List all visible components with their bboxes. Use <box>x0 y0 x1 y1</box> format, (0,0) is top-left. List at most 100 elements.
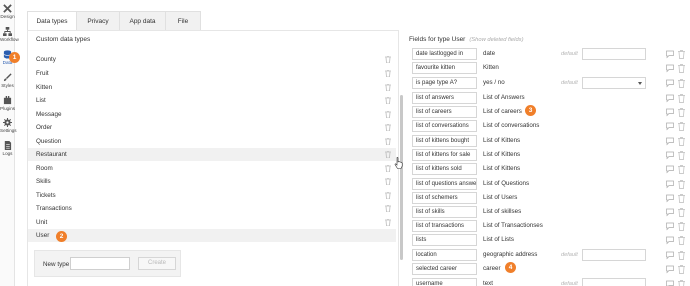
field-name-input[interactable]: list of kittens bought <box>412 135 477 147</box>
trash-icon[interactable] <box>678 137 685 146</box>
trash-icon[interactable] <box>385 97 391 104</box>
field-name-input[interactable]: list of answers <box>412 92 477 104</box>
comment-icon[interactable] <box>666 222 674 231</box>
default-value-input[interactable] <box>582 278 646 286</box>
type-row-tickets[interactable]: Tickets <box>28 189 396 202</box>
comment-icon[interactable] <box>666 236 674 245</box>
field-row[interactable]: list of kittens bought List of Kittens <box>409 135 687 149</box>
rail-item-plugins[interactable]: Plugins <box>0 96 15 111</box>
type-row-county[interactable]: County <box>28 53 396 66</box>
type-row-kitten[interactable]: Kitten <box>28 81 396 94</box>
trash-icon[interactable] <box>678 64 685 73</box>
rail-item-design[interactable]: Design <box>0 4 15 19</box>
comment-icon[interactable] <box>666 165 674 174</box>
type-row-message[interactable]: Message <box>28 108 396 121</box>
comment-icon[interactable] <box>666 64 674 73</box>
comment-icon[interactable] <box>666 280 674 286</box>
type-row-restaurant[interactable]: Restaurant <box>28 148 396 161</box>
trash-icon[interactable] <box>678 236 685 245</box>
tab-privacy[interactable]: Privacy <box>76 11 120 31</box>
trash-icon[interactable] <box>385 56 391 63</box>
trash-icon[interactable] <box>678 50 685 59</box>
trash-icon[interactable] <box>678 194 685 203</box>
field-name-input[interactable]: list of kittens sold <box>412 163 477 175</box>
comment-icon[interactable] <box>666 79 674 88</box>
field-name-input[interactable]: list of conversations <box>412 120 477 132</box>
field-name-input[interactable]: list of transactions <box>412 220 477 232</box>
field-row[interactable]: is page type A? yes / no default <box>409 77 687 91</box>
rail-item-logs[interactable]: Logs <box>0 141 15 156</box>
field-row[interactable]: list of careers List of careers <box>409 106 687 120</box>
field-row[interactable]: list of questions answered List of Questi… <box>409 178 687 192</box>
tab-data-types[interactable]: Data types <box>27 11 77 31</box>
trash-icon[interactable] <box>678 280 685 286</box>
trash-icon[interactable] <box>678 122 685 131</box>
trash-icon[interactable] <box>385 178 391 185</box>
default-value-input[interactable] <box>582 249 646 261</box>
tab-app-data[interactable]: App data <box>119 11 166 31</box>
comment-icon[interactable] <box>666 137 674 146</box>
rail-item-workflow[interactable]: Workflow <box>0 27 19 42</box>
comment-icon[interactable] <box>666 251 674 260</box>
field-row[interactable]: list of schemers List of Users <box>409 192 687 206</box>
field-name-input[interactable]: is page type A? <box>412 77 477 89</box>
trash-icon[interactable] <box>385 124 391 131</box>
field-name-input[interactable]: list of kittens for sale <box>412 149 477 161</box>
tab-file-manager[interactable]: File manager <box>165 11 201 45</box>
rail-item-styles[interactable]: Styles <box>0 73 15 88</box>
trash-icon[interactable] <box>385 84 391 91</box>
new-type-input[interactable] <box>70 257 130 270</box>
comment-icon[interactable] <box>666 151 674 160</box>
create-button[interactable]: Create <box>138 257 176 270</box>
field-row[interactable]: favourite kitten Kitten <box>409 62 687 76</box>
trash-icon[interactable] <box>385 111 391 118</box>
trash-icon[interactable] <box>385 151 391 158</box>
comment-icon[interactable] <box>666 108 674 117</box>
comment-icon[interactable] <box>666 180 674 189</box>
field-name-input[interactable]: list of careers <box>412 106 477 118</box>
trash-icon[interactable] <box>385 138 391 145</box>
trash-icon[interactable] <box>385 219 391 226</box>
field-name-input[interactable]: username <box>412 278 477 286</box>
trash-icon[interactable] <box>678 108 685 117</box>
scrollbar[interactable] <box>400 95 403 260</box>
trash-icon[interactable] <box>678 151 685 160</box>
field-row[interactable]: location geographic address default <box>409 249 687 263</box>
trash-icon[interactable] <box>678 79 685 88</box>
trash-icon[interactable] <box>678 251 685 260</box>
field-name-input[interactable]: list of skills <box>412 206 477 218</box>
trash-icon[interactable] <box>678 180 685 189</box>
comment-icon[interactable] <box>666 50 674 59</box>
field-name-input[interactable]: list of questions answered <box>412 178 477 190</box>
field-row[interactable]: date lastlogged in date default <box>409 48 687 62</box>
field-row[interactable]: list of kittens sold List of Kittens <box>409 163 687 177</box>
field-row[interactable]: selected career career <box>409 263 687 277</box>
trash-icon[interactable] <box>385 70 391 77</box>
trash-icon[interactable] <box>385 205 391 212</box>
type-row-fruit[interactable]: Fruit <box>28 67 396 80</box>
rail-item-settings[interactable]: Settings <box>0 118 17 133</box>
trash-icon[interactable] <box>385 192 391 199</box>
default-value-input[interactable] <box>582 48 646 60</box>
trash-icon[interactable] <box>678 265 685 274</box>
field-name-input[interactable]: date lastlogged in <box>412 48 477 60</box>
field-row[interactable]: list of transactions List of Transactions… <box>409 220 687 234</box>
comment-icon[interactable] <box>666 194 674 203</box>
field-row[interactable]: list of answers List of Answers <box>409 92 687 106</box>
field-row[interactable]: list of kittens for sale List of Kittens <box>409 149 687 163</box>
type-row-question[interactable]: Question <box>28 135 396 148</box>
field-name-input[interactable]: favourite kitten <box>412 62 477 74</box>
type-row-list[interactable]: List <box>28 94 396 107</box>
default-value-select[interactable] <box>582 77 646 89</box>
type-row-room[interactable]: Room <box>28 162 396 175</box>
trash-icon[interactable] <box>678 94 685 103</box>
show-deleted-fields-link[interactable]: (Show deleted fields) <box>469 37 523 43</box>
comment-icon[interactable] <box>666 94 674 103</box>
field-row[interactable]: list of skills List of skillses <box>409 206 687 220</box>
type-row-unit[interactable]: Unit <box>28 216 396 229</box>
field-row[interactable]: lists List of Lists <box>409 234 687 248</box>
type-row-transactions[interactable]: Transactions <box>28 202 396 215</box>
type-row-skills[interactable]: Skills <box>28 175 396 188</box>
field-name-input[interactable]: location <box>412 249 477 261</box>
type-row-order[interactable]: Order <box>28 121 396 134</box>
